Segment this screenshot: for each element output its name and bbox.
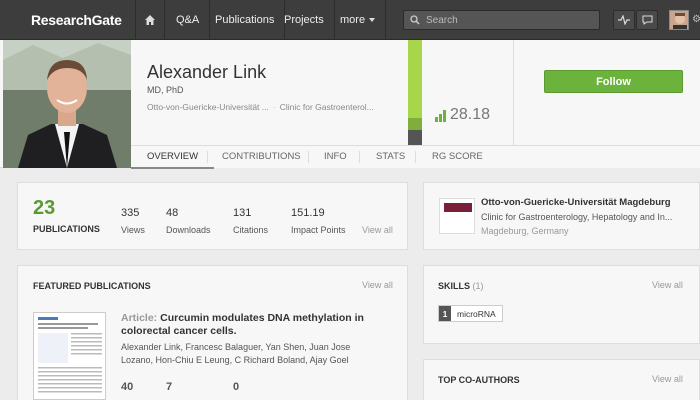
nav-projects[interactable]: Projects: [274, 0, 335, 40]
rg-score[interactable]: 28.18: [435, 106, 490, 124]
skill-tag[interactable]: 1 microRNA: [438, 305, 503, 322]
user-avatar[interactable]: [669, 10, 689, 30]
nav-more-label: more: [340, 14, 366, 26]
message-icon: [642, 15, 652, 25]
stat-citations[interactable]: 131 Citations: [233, 207, 268, 235]
coauthors-title: TOP CO-AUTHORS: [438, 375, 520, 385]
nav-more[interactable]: more: [330, 0, 387, 40]
search-box[interactable]: [403, 10, 600, 30]
skills-count: (1): [472, 281, 484, 291]
home-button[interactable]: [135, 0, 165, 40]
stat-views-label: Views: [121, 225, 145, 235]
publication-title[interactable]: Article: Curcumin modulates DNA methylat…: [121, 312, 391, 338]
institution-department[interactable]: Clinic for Gastroenterology, Hepatology …: [481, 212, 681, 222]
stat-citations-label: Citations: [233, 225, 269, 235]
affiliation-institution[interactable]: Otto-von-Guericke-Universität ...: [147, 102, 269, 112]
caret-down-icon: [369, 18, 376, 23]
stat-downloads-label: Downloads: [166, 225, 211, 235]
publications-count[interactable]: 23: [33, 197, 55, 220]
activity-icon: [618, 15, 630, 25]
stat-views-value: 335: [121, 207, 140, 219]
skill-endorsement-count: 1: [439, 306, 451, 321]
featured-view-all-link[interactable]: View all: [362, 280, 393, 290]
affiliation-department[interactable]: Clinic for Gastroenterol...: [280, 102, 374, 112]
tab-info[interactable]: INFO: [308, 146, 363, 169]
bar-chart-icon: [435, 110, 446, 122]
rg-score-box: [422, 40, 514, 145]
stat-citations-value: 131: [233, 207, 252, 219]
publication-thumbnail[interactable]: [33, 312, 106, 400]
stat-views[interactable]: 335 Views: [121, 207, 145, 235]
profile-photo: [3, 40, 131, 168]
institution-name[interactable]: Otto-von-Guericke-Universität Magdeburg: [481, 197, 671, 208]
publications-label: PUBLICATIONS: [33, 224, 100, 234]
stats-card: [17, 182, 408, 250]
messages-button[interactable]: [636, 10, 658, 30]
top-navbar: ResearchGate Q&A Publications Projects m…: [0, 0, 700, 40]
nav-qa[interactable]: Q&A: [166, 0, 211, 40]
skill-name: microRNA: [457, 308, 496, 319]
publication-stat-other: 0: [233, 381, 240, 393]
profile-degree: MD, PhD: [147, 85, 184, 95]
skills-view-all-link[interactable]: View all: [652, 280, 683, 290]
rg-score-bar: [408, 40, 422, 145]
institution-location: Magdeburg, Germany: [481, 226, 569, 236]
profile-affiliation: Otto-von-Guericke-Universität ... · Clinic…: [147, 102, 374, 112]
rg-score-value: 28.18: [450, 106, 491, 123]
skills-title-text: SKILLS: [438, 281, 471, 291]
coauthors-view-all-link[interactable]: View all: [652, 374, 683, 384]
settings-icon[interactable]: ⚙: [692, 14, 700, 25]
profile-name: Alexander Link: [147, 62, 267, 82]
activity-button[interactable]: [613, 10, 635, 30]
tab-contributions[interactable]: CONTRIBUTIONS: [206, 146, 317, 169]
stat-impact-value: 151.19: [291, 207, 325, 219]
stat-impact-points[interactable]: 151.19 Impact Points: [291, 207, 346, 235]
publication-kind: Article:: [121, 312, 158, 324]
publication-stat-reads: 40: [121, 381, 134, 393]
search-input[interactable]: [426, 14, 586, 26]
follow-button[interactable]: Follow: [544, 70, 683, 93]
stats-view-all-link[interactable]: View all: [362, 225, 393, 235]
stat-impact-label: Impact Points: [291, 225, 346, 235]
skills-title: SKILLS (1): [438, 281, 484, 291]
home-icon: [145, 15, 155, 25]
search-icon: [410, 15, 420, 25]
tab-overview[interactable]: OVERVIEW: [131, 146, 215, 169]
publication-authors: Alexander Link, Francesc Balaguer, Yan S…: [121, 342, 351, 365]
tab-rg-score[interactable]: RG SCORE: [416, 146, 499, 169]
stat-downloads-value: 48: [166, 207, 179, 219]
featured-publications-title: FEATURED PUBLICATIONS: [33, 281, 151, 291]
researchgate-logo[interactable]: ResearchGate: [31, 12, 122, 28]
publication-stat-citations: 7: [166, 381, 173, 393]
profile-tabs: OVERVIEW CONTRIBUTIONS INFO STATS RG SCO…: [131, 145, 700, 169]
publication-title-text: Curcumin modulates DNA methylation in co…: [121, 312, 364, 337]
stat-downloads[interactable]: 48 Downloads: [166, 207, 211, 235]
institution-logo[interactable]: [439, 198, 475, 234]
tab-stats[interactable]: STATS: [360, 146, 421, 169]
